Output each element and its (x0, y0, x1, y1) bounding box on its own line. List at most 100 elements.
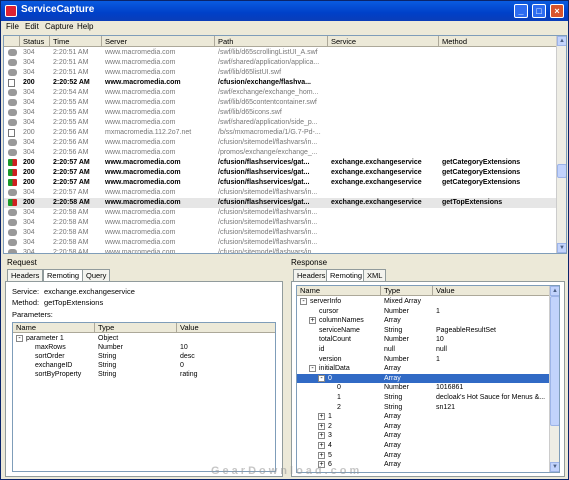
response-tab-xml[interactable]: XML (363, 269, 387, 281)
method-label: Method: (12, 298, 40, 307)
table-row[interactable]: 304 2:20:58 AM www.macromedia.com/cfusion/… (4, 208, 557, 218)
collapse-icon[interactable]: - (16, 335, 23, 342)
col-path[interactable]: Path (215, 36, 328, 47)
tree-row[interactable]: totalCount Number 10 (297, 335, 559, 345)
param-col-value[interactable]: Value (177, 323, 275, 333)
expand-icon[interactable]: + (318, 451, 325, 459)
request-tab-query[interactable]: Query (82, 269, 111, 281)
table-row[interactable]: 200 2:20:52 AM www.macromedia.com/cfusion/… (4, 78, 557, 88)
cell-status: 304 (23, 119, 35, 126)
table-row[interactable]: 304 2:20:56 AM www.macromedia.com/cfusion/… (4, 138, 557, 148)
tree-row[interactable]: sortByProperty String rating (13, 370, 275, 379)
cell-server: www.macromedia.com (105, 159, 181, 166)
close-button[interactable]: × (550, 4, 564, 18)
menu-help[interactable]: Help (77, 22, 93, 31)
scroll-thumb[interactable] (557, 164, 566, 178)
tree-row[interactable]: exchangeID String 0 (13, 361, 275, 370)
tree-row[interactable]: maxRows Number 10 (13, 343, 275, 352)
tree-row[interactable]: version Number 1 (297, 355, 559, 365)
table-row[interactable]: 304 2:20:57 AM www.macromedia.com/cfusion/… (4, 188, 557, 198)
request-tab-headers[interactable]: Headers (7, 269, 44, 281)
cell-type: Number (384, 384, 409, 392)
tree-row[interactable]: id null null (297, 345, 559, 355)
param-col-type[interactable]: Type (95, 323, 177, 333)
table-row[interactable]: 304 2:20:54 AM www.macromedia.com/swf/exch… (4, 88, 557, 98)
tree-row[interactable]: - parameter 1 Object (13, 334, 275, 343)
tree-row[interactable]: 2 String sn121 (297, 403, 559, 413)
cell-server: www.macromedia.com (105, 99, 176, 106)
col-icon[interactable] (4, 36, 20, 47)
response-scrollbar[interactable]: ▲ ▼ (549, 286, 559, 472)
table-row[interactable]: 304 2:20:56 AM www.macromedia.com/promos/e… (4, 148, 557, 158)
col-method[interactable]: Method (439, 36, 557, 47)
tree-row[interactable]: -0 Array (297, 373, 559, 384)
response-tab-headers[interactable]: Headers (293, 269, 330, 281)
expand-icon[interactable]: + (318, 442, 325, 449)
tree-row[interactable]: +2 Array (297, 422, 559, 432)
tree-row[interactable]: - initialData Array (297, 364, 559, 374)
scroll-up-arrow-icon[interactable]: ▲ (557, 36, 566, 46)
collapse-icon[interactable]: - (318, 374, 325, 382)
parameters-table-header: Name Type Value (13, 323, 275, 333)
cell-type: Array (384, 451, 401, 459)
expand-icon[interactable]: + (318, 413, 325, 421)
tree-row[interactable]: cursor Number 1 (297, 307, 559, 317)
tree-row[interactable]: +1 Array (297, 412, 559, 422)
menu-edit[interactable]: Edit (25, 22, 39, 31)
menu-file[interactable]: File (6, 22, 19, 31)
table-row[interactable]: 304 2:20:58 AM www.macromedia.com/cfusion/… (4, 238, 557, 248)
tree-row[interactable]: +5 Array (297, 451, 559, 461)
col-status[interactable]: Status (20, 36, 50, 47)
scroll-down-arrow-icon[interactable]: ▼ (557, 243, 566, 253)
table-row[interactable]: 200 2:20:57 AM www.macromedia.com/cfusion/… (4, 178, 557, 188)
table-row[interactable]: 200 2:20:57 AM www.macromedia.com/cfusion/… (4, 158, 557, 168)
resp-col-name[interactable]: Name (297, 286, 381, 296)
resp-col-value[interactable]: Value (433, 286, 551, 296)
param-col-name[interactable]: Name (13, 323, 95, 333)
collapse-icon[interactable]: - (300, 298, 307, 305)
table-row[interactable]: 304 2:20:58 AM www.macromedia.com/cfusion/… (4, 228, 557, 238)
col-service[interactable]: Service (328, 36, 439, 47)
maximize-button[interactable]: □ (532, 4, 546, 18)
expand-icon[interactable]: + (318, 432, 325, 440)
tree-row[interactable]: - serverInfo Mixed Array (297, 297, 559, 307)
table-row[interactable]: 304 2:20:55 AM www.macromedia.com/swf/shar… (4, 118, 557, 128)
tree-row[interactable]: +4 Array (297, 441, 559, 451)
resp-scroll-thumb[interactable] (550, 296, 559, 426)
tree-row[interactable]: 0 Number 1016861 (297, 383, 559, 393)
tree-row[interactable]: + columnNames Array (297, 316, 559, 326)
table-row[interactable]: 304 2:20:51 AM www.macromedia.com/swf/shar… (4, 58, 557, 68)
table-row[interactable]: 200 2:20:56 AM mxmacromedia.112.2o7.net/b/… (4, 128, 557, 138)
cell-server: mxmacromedia.112.2o7.net (105, 129, 192, 136)
cell-path: /cfusion/exchange/flashva... (218, 79, 311, 86)
cell-time: 2:20:51 AM (53, 69, 89, 76)
table-row[interactable]: 304 2:20:51 AM www.macromedia.com/swf/lib/… (4, 48, 557, 58)
table-row[interactable]: 304 2:20:55 AM www.macromedia.com/swf/lib/… (4, 108, 557, 118)
collapse-icon[interactable]: - (309, 365, 316, 373)
table-row[interactable]: 200 2:20:57 AM www.macromedia.com/cfusion/… (4, 168, 557, 178)
col-time[interactable]: Time (50, 36, 102, 47)
resp-scroll-up-arrow-icon[interactable]: ▲ (550, 286, 559, 296)
table-row[interactable]: 200 2:20:58 AM www.macromedia.com/cfusion/… (4, 198, 557, 208)
expand-icon[interactable]: + (318, 422, 325, 430)
table-row[interactable]: 304 2:20:51 AM www.macromedia.com/swf/lib/… (4, 68, 557, 78)
minimize-button[interactable]: _ (514, 4, 528, 18)
tree-row[interactable]: serviceName String PageableResultSet (297, 326, 559, 336)
table-row[interactable]: 304 2:20:55 AM www.macromedia.com/swf/lib/… (4, 98, 557, 108)
grid-scrollbar[interactable]: ▲ ▼ (556, 36, 566, 253)
resp-col-type[interactable]: Type (381, 286, 433, 296)
table-row[interactable]: 304 2:20:58 AM www.macromedia.com/cfusion/… (4, 218, 557, 228)
cell-time: 2:20:56 AM (53, 149, 89, 156)
col-server[interactable]: Server (102, 36, 215, 47)
tree-row[interactable]: sortOrder String desc (13, 352, 275, 361)
table-row[interactable]: 304 2:20:58 AM www.macromedia.com/cfusion/… (4, 248, 557, 253)
expand-icon[interactable]: + (309, 317, 316, 325)
tree-row[interactable]: +3 Array (297, 431, 559, 441)
title-bar[interactable]: ServiceCapture _ □ × (1, 1, 568, 21)
cell-path: /cfusion/sitemodel/flashvars/in... (218, 239, 318, 246)
tree-row[interactable]: 1 String decloak's Hot Sauce for Menus &..… (297, 393, 559, 403)
cell-time: 2:20:58 AM (53, 209, 89, 216)
cell-name: id (319, 346, 325, 353)
menu-capture[interactable]: Capture (45, 22, 73, 31)
resp-scroll-down-arrow-icon[interactable]: ▼ (550, 462, 559, 472)
